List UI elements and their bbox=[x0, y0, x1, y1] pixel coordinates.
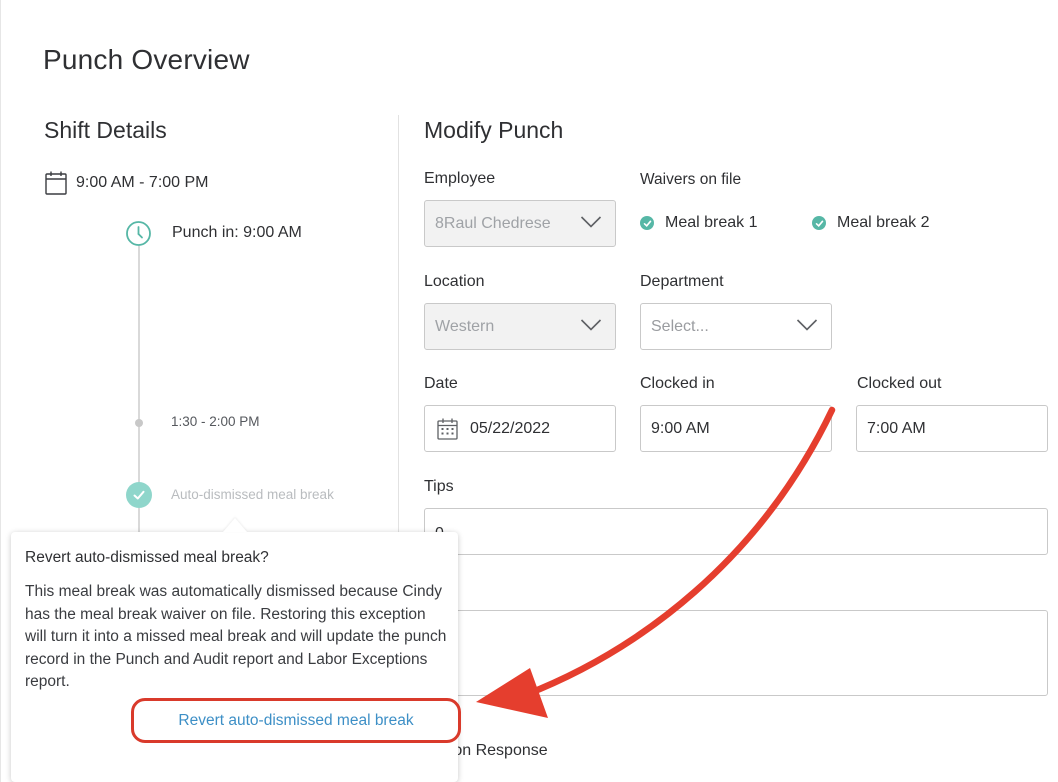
waiver-label: Meal break 1 bbox=[665, 214, 758, 231]
clocked-in-value: 9:00 AM bbox=[651, 419, 710, 437]
break-time-text: 1:30 - 2:00 PM bbox=[171, 414, 260, 429]
auto-dismissed-text[interactable]: Auto-dismissed meal break bbox=[171, 487, 334, 502]
employee-label: Employee bbox=[424, 170, 496, 187]
clocked-out-value: 7:00 AM bbox=[867, 419, 926, 437]
waiver-item: Meal break 2 bbox=[812, 214, 930, 232]
notes-textarea[interactable] bbox=[424, 610, 1048, 696]
waiver-label: Meal break 2 bbox=[837, 214, 930, 231]
employee-value: 8Raul Chedrese bbox=[435, 214, 551, 232]
department-label: Department bbox=[640, 273, 724, 290]
date-value: 05/22/2022 bbox=[470, 419, 551, 437]
clocked-out-label: Clocked out bbox=[857, 375, 942, 392]
waiver-item: Meal break 1 bbox=[640, 214, 758, 232]
location-value: Western bbox=[435, 317, 495, 335]
location-label: Location bbox=[424, 273, 485, 290]
break-dot bbox=[135, 419, 143, 427]
employee-select[interactable]: 8Raul Chedrese bbox=[424, 200, 616, 247]
chevron-down-icon bbox=[580, 216, 602, 228]
revert-popover: Revert auto-dismissed meal break? This m… bbox=[11, 532, 461, 782]
page-border bbox=[0, 0, 1, 782]
popover-title: Revert auto-dismissed meal break? bbox=[25, 549, 269, 566]
timeline-line bbox=[138, 245, 140, 490]
calendar-icon bbox=[45, 171, 67, 195]
clock-icon bbox=[126, 221, 151, 246]
chevron-down-icon bbox=[796, 319, 818, 331]
check-icon bbox=[640, 216, 654, 230]
tips-label: Tips bbox=[424, 478, 454, 495]
calendar-icon bbox=[437, 418, 458, 440]
shift-details-title: Shift Details bbox=[44, 117, 167, 143]
modify-punch-title: Modify Punch bbox=[424, 117, 564, 143]
department-placeholder: Select... bbox=[651, 317, 709, 335]
check-icon[interactable] bbox=[126, 482, 152, 508]
shift-time-text: 9:00 AM - 7:00 PM bbox=[76, 174, 209, 191]
clocked-in-label: Clocked in bbox=[640, 375, 715, 392]
tips-input[interactable]: 0 bbox=[424, 508, 1048, 555]
date-input[interactable]: 05/22/2022 bbox=[424, 405, 616, 452]
page-title: Punch Overview bbox=[43, 44, 250, 75]
check-icon bbox=[812, 216, 826, 230]
popover-body: This meal break was automatically dismis… bbox=[25, 583, 447, 690]
waivers-label: Waivers on file bbox=[640, 171, 742, 188]
location-select[interactable]: Western bbox=[424, 303, 616, 350]
clocked-out-input[interactable]: 7:00 AM bbox=[856, 405, 1048, 452]
shift-time-range: 9:00 AM - 7:00 PM bbox=[45, 171, 209, 195]
date-label: Date bbox=[424, 375, 458, 392]
chevron-down-icon bbox=[580, 319, 602, 331]
revert-button[interactable]: Revert auto-dismissed meal break bbox=[131, 698, 461, 743]
popover-caret bbox=[223, 518, 247, 532]
department-select[interactable]: Select... bbox=[640, 303, 832, 350]
punch-in-text: Punch in: 9:00 AM bbox=[172, 224, 302, 241]
clocked-in-input[interactable]: 9:00 AM bbox=[640, 405, 832, 452]
